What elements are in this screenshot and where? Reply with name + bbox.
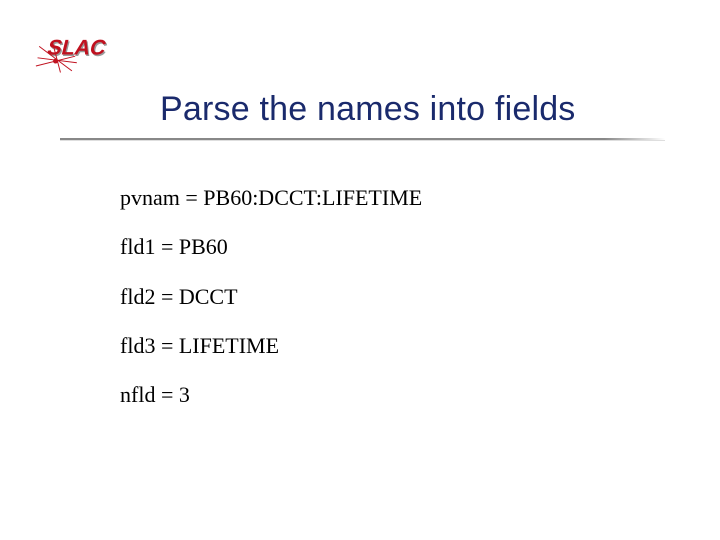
line-fld2: fld2 = DCCT [120,284,422,309]
content-block: pvnam = PB60:DCCT:LIFETIME fld1 = PB60 f… [120,185,422,431]
line-pvnam: pvnam = PB60:DCCT:LIFETIME [120,185,422,210]
line-nfld: nfld = 3 [120,382,422,407]
slac-logo-svg: SLAC SLAC [35,30,135,75]
slide-title: Parse the names into fields [160,90,576,129]
title-underline [60,138,665,140]
line-fld3: fld3 = LIFETIME [120,333,422,358]
slide: SLAC SLAC Parse the names into fields pv… [0,0,720,540]
line-fld1: fld1 = PB60 [120,234,422,259]
slac-logo: SLAC SLAC [35,30,135,75]
svg-text:SLAC: SLAC [45,35,109,60]
